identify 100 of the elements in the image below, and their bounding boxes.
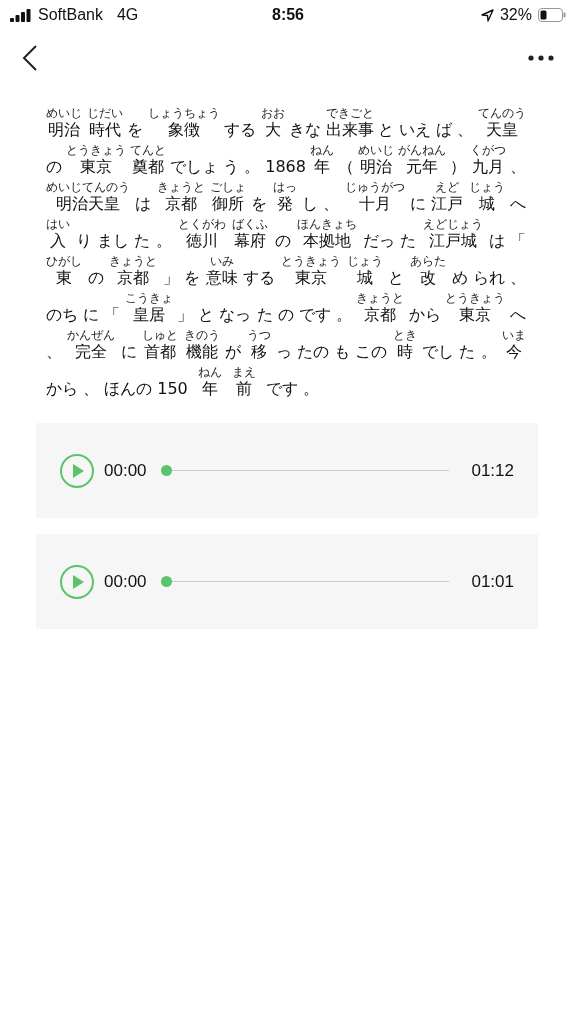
- furigana: てんのう: [477, 107, 526, 120]
- furigana: きょうと: [156, 181, 205, 194]
- furigana: じだい: [86, 107, 123, 120]
- more-icon[interactable]: [528, 54, 554, 61]
- current-time: 00:00: [104, 571, 147, 592]
- kanji-word: 東京: [80, 157, 112, 177]
- kanji-word: 意味: [205, 268, 238, 288]
- kanji-word: 九月: [472, 157, 504, 177]
- text-run: を: [251, 194, 268, 214]
- furigana: ごしょ: [210, 181, 247, 194]
- text-run: 、: [46, 342, 62, 362]
- kanji-word: 機能: [185, 342, 218, 362]
- duration: 01:01: [471, 571, 514, 592]
- kanji-word: 時代: [88, 120, 121, 140]
- text-run: の: [274, 231, 291, 251]
- kanji-word: 十月: [358, 194, 391, 214]
- text-run: （: [338, 157, 354, 177]
- furigana: おお: [260, 107, 285, 120]
- text-run: です 。: [265, 379, 319, 399]
- play-icon[interactable]: [60, 453, 94, 488]
- progress-thumb[interactable]: [160, 576, 172, 587]
- furigana: とくがわ: [177, 218, 226, 231]
- furigana: えどじょう: [422, 218, 483, 231]
- text-run: 、: [510, 157, 526, 177]
- kanji-word: 徳川: [185, 231, 218, 251]
- text-run: きな: [289, 120, 322, 140]
- progress-thumb[interactable]: [160, 465, 172, 476]
- text-run: に: [120, 342, 137, 362]
- furigana: じょう: [346, 255, 383, 268]
- furigana: えど: [435, 181, 460, 194]
- text-run: へ: [509, 194, 526, 214]
- kanji-word: 御所: [212, 194, 245, 214]
- furigana: がんねん: [398, 144, 446, 157]
- kanji-word: 明治: [360, 157, 392, 177]
- text-run: し 、: [302, 194, 340, 214]
- clock: 8:56: [272, 6, 304, 24]
- text-run: の: [46, 157, 62, 177]
- kanji-word: 東京: [295, 268, 328, 288]
- kanji-word: 大: [264, 120, 281, 140]
- furigana: くがつ: [470, 144, 506, 157]
- kanji-word: 改: [420, 268, 437, 288]
- text-run: のち に 「: [46, 305, 121, 325]
- furigana: ねん: [197, 366, 222, 379]
- network-type: 4G: [116, 6, 139, 24]
- kanji-word: 明治天皇: [56, 194, 120, 214]
- furigana: いま: [501, 329, 526, 342]
- play-icon[interactable]: [60, 564, 94, 599]
- text-run: から: [408, 305, 441, 325]
- text-run: っ たの も この: [276, 342, 388, 362]
- text-run: する: [224, 120, 257, 140]
- furigana: ひがし: [46, 255, 82, 268]
- kanji-word: 城: [478, 194, 495, 214]
- kanji-word: 江戸: [431, 194, 464, 214]
- kanji-word: 前: [235, 379, 252, 399]
- kanji-word: 時: [396, 342, 413, 362]
- kanji-word: 年: [201, 379, 218, 399]
- text-run: でしょ う 。 1868: [170, 157, 306, 177]
- kanji-word: 幕府: [234, 231, 267, 251]
- furigana: きのう: [183, 329, 220, 342]
- kanji-word: 城: [356, 268, 373, 288]
- furigana: とうきょう: [281, 255, 342, 268]
- text-run: め られ 、: [451, 268, 526, 288]
- text-run: り まし た 。: [76, 231, 172, 251]
- text-run: に: [409, 194, 426, 214]
- furigana: めいじ: [46, 107, 82, 120]
- text-run: が: [225, 342, 242, 362]
- furigana: かんぜん: [67, 329, 116, 342]
- text-run: 」 と なっ た の です 。: [177, 305, 352, 325]
- kanji-word: 入: [50, 231, 66, 251]
- furigana: はい: [46, 218, 70, 231]
- back-icon[interactable]: [22, 44, 38, 71]
- kanji-word: 江戸城: [428, 231, 477, 251]
- furigana: うつ: [246, 329, 271, 342]
- furigana: とうきょう: [66, 144, 126, 157]
- text-run: の: [87, 268, 104, 288]
- furigana: しゅと: [142, 329, 179, 342]
- kanji-word: 東京: [459, 305, 492, 325]
- carrier-name: SoftBank: [38, 6, 103, 24]
- kanji-word: 移: [250, 342, 267, 362]
- text-run: でし た 。: [422, 342, 497, 362]
- furigana: ほんきょち: [296, 218, 357, 231]
- location-arrow-icon: [480, 8, 494, 22]
- furigana: てんと: [130, 144, 166, 157]
- kanji-word: 今: [505, 342, 522, 362]
- kanji-word: 象徴: [167, 120, 200, 140]
- signal-icon: [10, 8, 32, 22]
- kanji-word: 京都: [364, 305, 397, 325]
- furigana: とうきょう: [445, 292, 506, 305]
- kanji-word: 東: [56, 268, 72, 288]
- text-run: から 、 ほんの 150: [46, 379, 188, 399]
- furigana: めいじ: [358, 144, 394, 157]
- duration: 01:12: [471, 460, 514, 481]
- furigana: じゅうがつ: [344, 181, 405, 194]
- text-run: だっ た: [363, 231, 417, 251]
- furigana: こうきょ: [124, 292, 173, 305]
- kanji-word: 元年: [406, 157, 438, 177]
- furigana: はっ: [272, 181, 297, 194]
- kanji-word: 京都: [117, 268, 150, 288]
- furigana: いみ: [209, 255, 234, 268]
- furigana: まえ: [231, 366, 256, 379]
